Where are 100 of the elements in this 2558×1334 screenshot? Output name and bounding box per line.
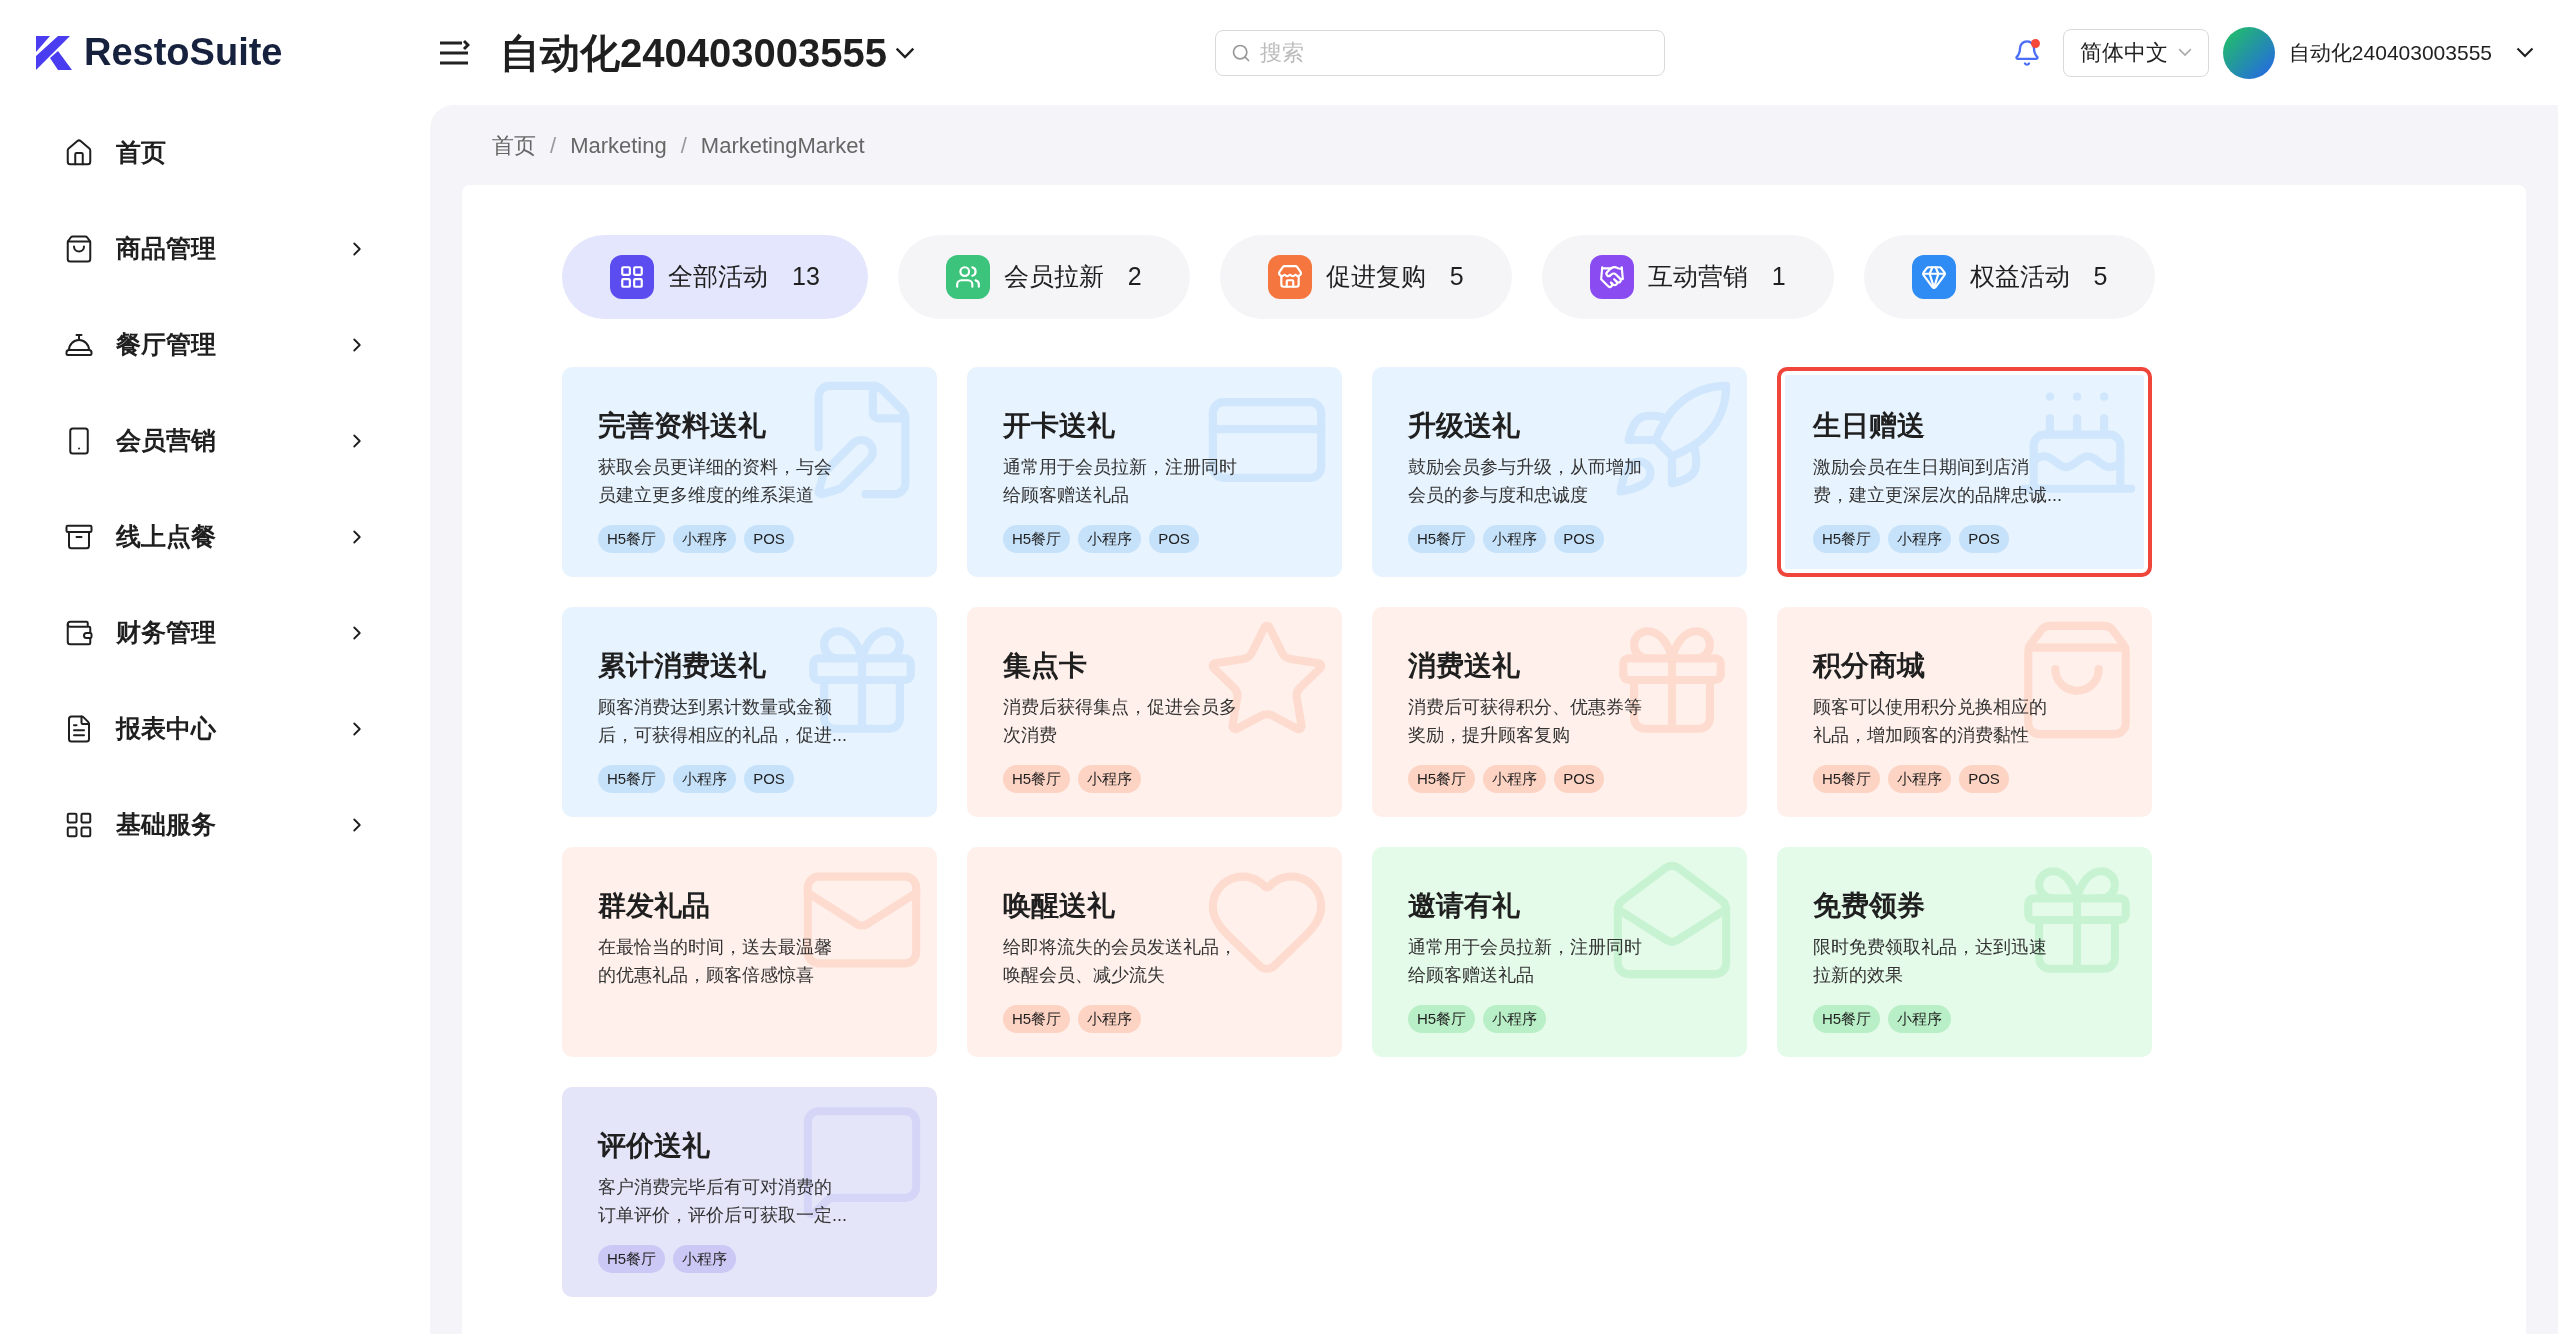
sidebar-item[interactable]: 会员营销 (64, 419, 368, 463)
platform-tag: 小程序 (1483, 525, 1547, 553)
platform-tag: H5餐厅 (598, 765, 666, 793)
menu-icon[interactable] (438, 38, 470, 67)
search-field[interactable]: 搜索 (1214, 29, 1665, 76)
activity-card[interactable]: 完善资料送礼 获取会员更详细的资料，与会员建立更多维度的维系渠道 H5餐厅 小程序 POS (562, 367, 937, 577)
sidebar-item[interactable]: 商品管理 (64, 227, 368, 271)
card-title: 群发礼品 (598, 889, 711, 923)
activity-card[interactable]: 开卡送礼 通常用于会员拉新，注册同时给顾客赠送礼品 H5餐厅 小程序 POS (967, 367, 1342, 577)
user-name: 自动化240403003555 (2288, 39, 2492, 66)
activity-card[interactable]: 升级送礼 鼓励会员参与升级，从而增加会员的参与度和忠诚度 H5餐厅 小程序 POS (1372, 367, 1747, 577)
platform-tag: POS (1959, 765, 2009, 793)
card-description: 鼓励会员参与升级，从而增加会员的参与度和忠诚度 (1408, 456, 1643, 507)
platform-tag: H5餐厅 (1003, 525, 1071, 553)
platform-tag: POS (1149, 525, 1199, 553)
platform-tag: H5餐厅 (1408, 765, 1476, 793)
card-description: 激励会员在生日期间到店消费，建立更深层次的品牌忠诚... (1813, 456, 2063, 507)
card-description: 限时免费领取礼品，达到迅速拉新的效果 (1813, 936, 2048, 987)
grid-icon (64, 810, 94, 840)
bag-icon (64, 234, 94, 264)
card-description: 客户消费完毕后有可对消费的订单评价，评价后可获取一定... (598, 1176, 848, 1227)
card-description: 通常用于会员拉新，注册同时给顾客赠送礼品 (1003, 456, 1238, 507)
category-tab[interactable]: 促进复购 5 (1219, 235, 1512, 319)
platform-tag: POS (744, 525, 794, 553)
card-title: 评价送礼 (598, 1129, 711, 1163)
sidebar-item[interactable]: 财务管理 (64, 611, 368, 655)
sidebar-item[interactable]: 线上点餐 (64, 515, 368, 559)
platform-tag: 小程序 (1888, 1005, 1952, 1033)
home-icon (64, 138, 94, 168)
card-description: 顾客消费达到累计数量或金额后，可获得相应的礼品，促进... (598, 696, 848, 747)
category-tab[interactable]: 互动营销 1 (1541, 235, 1834, 319)
breadcrumb-separator: / (680, 131, 687, 160)
chevron-down-icon[interactable] (2516, 47, 2534, 58)
sidebar-item[interactable]: 餐厅管理 (64, 323, 368, 367)
card-title: 邀请有礼 (1408, 889, 1521, 923)
platform-tag: 小程序 (1483, 765, 1547, 793)
card-title: 开卡送礼 (1003, 409, 1116, 443)
platform-tag: H5餐厅 (1813, 525, 1881, 553)
activity-card[interactable]: 消费送礼 消费后可获得积分、优惠券等奖励，提升顾客复购 H5餐厅 小程序 POS (1372, 607, 1747, 817)
platform-tag: 小程序 (673, 525, 737, 553)
platform-tag: 小程序 (1483, 1005, 1547, 1033)
sidebar-item[interactable]: 首页 (64, 131, 368, 175)
platform-tag: H5餐厅 (1408, 525, 1476, 553)
activity-card[interactable]: 群发礼品 在最恰当的时间，送去最温馨的优惠礼品，顾客倍感惊喜 (562, 847, 937, 1057)
chevron-down-icon (894, 46, 915, 59)
card-description: 给即将流失的会员发送礼品，唤醒会员、减少流失 (1003, 936, 1238, 987)
logo-text: RestoSuite (84, 30, 283, 75)
breadcrumb-separator: / (550, 131, 557, 160)
platform-tag: H5餐厅 (1813, 1005, 1881, 1033)
card-description: 顾客可以使用积分兑换相应的礼品，增加顾客的消费黏性 (1813, 696, 2048, 747)
category-tab[interactable]: 全部活动 13 (562, 235, 868, 319)
card-title: 免费领券 (1813, 889, 1926, 923)
platform-tag: H5餐厅 (1003, 1005, 1071, 1033)
activity-card[interactable]: 集点卡 消费后获得集点，促进会员多次消费 H5餐厅 小程序 (967, 607, 1342, 817)
chevron-down-icon (2177, 48, 2192, 57)
sidebar-item[interactable]: 报表中心 (64, 707, 368, 751)
card-title: 唤醒送礼 (1003, 889, 1116, 923)
platform-tag: H5餐厅 (598, 1245, 666, 1273)
card-title: 消费送礼 (1408, 649, 1521, 683)
card-description: 获取会员更详细的资料，与会员建立更多维度的维系渠道 (598, 456, 833, 507)
breadcrumb-link[interactable]: Marketing (570, 128, 667, 162)
platform-tag: 小程序 (673, 1245, 737, 1273)
platform-tag: POS (1959, 525, 2009, 553)
activity-card[interactable]: 生日赠送 激励会员在生日期间到店消费，建立更深层次的品牌忠诚... H5餐厅 小程序 POS (1777, 367, 2152, 577)
activity-card[interactable]: 邀请有礼 通常用于会员拉新，注册同时给顾客赠送礼品 H5餐厅 小程序 (1372, 847, 1747, 1057)
search-icon (1230, 42, 1251, 63)
card-description: 通常用于会员拉新，注册同时给顾客赠送礼品 (1408, 936, 1643, 987)
language-select[interactable]: 简体中文 (2062, 28, 2209, 77)
sidebar-item[interactable]: 基础服务 (64, 803, 368, 847)
card-title: 累计消费送礼 (598, 649, 767, 683)
platform-tag: 小程序 (1078, 765, 1142, 793)
store-selector[interactable]: 自动化240403003555 (500, 22, 915, 83)
platform-tag: POS (1554, 765, 1604, 793)
activity-card[interactable]: 免费领券 限时免费领取礼品，达到迅速拉新的效果 H5餐厅 小程序 (1777, 847, 2152, 1057)
breadcrumb-link[interactable]: 首页 (492, 128, 536, 162)
platform-tag: POS (744, 765, 794, 793)
card-title: 升级送礼 (1408, 409, 1521, 443)
bell-icon (2012, 38, 2041, 67)
card-description: 消费后可获得积分、优惠券等奖励，提升顾客复购 (1408, 696, 1643, 747)
activity-card[interactable]: 累计消费送礼 顾客消费达到累计数量或金额后，可获得相应的礼品，促进... H5餐厅 小程序 POS (562, 607, 937, 817)
money-bag-icon (64, 618, 94, 648)
card-title: 积分商城 (1813, 649, 1926, 683)
breadcrumb-link[interactable]: MarketingMarket (700, 128, 865, 162)
platform-tag: H5餐厅 (1813, 765, 1881, 793)
category-tab[interactable]: 权益活动 5 (1863, 235, 2156, 319)
platform-tag: 小程序 (1078, 1005, 1142, 1033)
activity-card[interactable]: 唤醒送礼 给即将流失的会员发送礼品，唤醒会员、减少流失 H5餐厅 小程序 (967, 847, 1342, 1057)
activity-card[interactable]: 评价送礼 客户消费完毕后有可对消费的订单评价，评价后可获取一定... H5餐厅 小程序 (562, 1087, 937, 1297)
platform-tag: 小程序 (673, 765, 737, 793)
platform-tag: H5餐厅 (1408, 1005, 1476, 1033)
platform-tag: 小程序 (1888, 525, 1952, 553)
platform-tag: H5餐厅 (1003, 765, 1071, 793)
activity-card[interactable]: 积分商城 顾客可以使用积分兑换相应的礼品，增加顾客的消费黏性 H5餐厅 小程序 POS (1777, 607, 2152, 817)
platform-tag: 小程序 (1078, 525, 1142, 553)
card-title: 集点卡 (1003, 649, 1088, 683)
card-title: 完善资料送礼 (598, 409, 767, 443)
platform-tag: 小程序 (1888, 765, 1952, 793)
card-description: 消费后获得集点，促进会员多次消费 (1003, 696, 1238, 747)
category-tab[interactable]: 会员拉新 2 (897, 235, 1190, 319)
card-description: 在最恰当的时间，送去最温馨的优惠礼品，顾客倍感惊喜 (598, 936, 833, 987)
